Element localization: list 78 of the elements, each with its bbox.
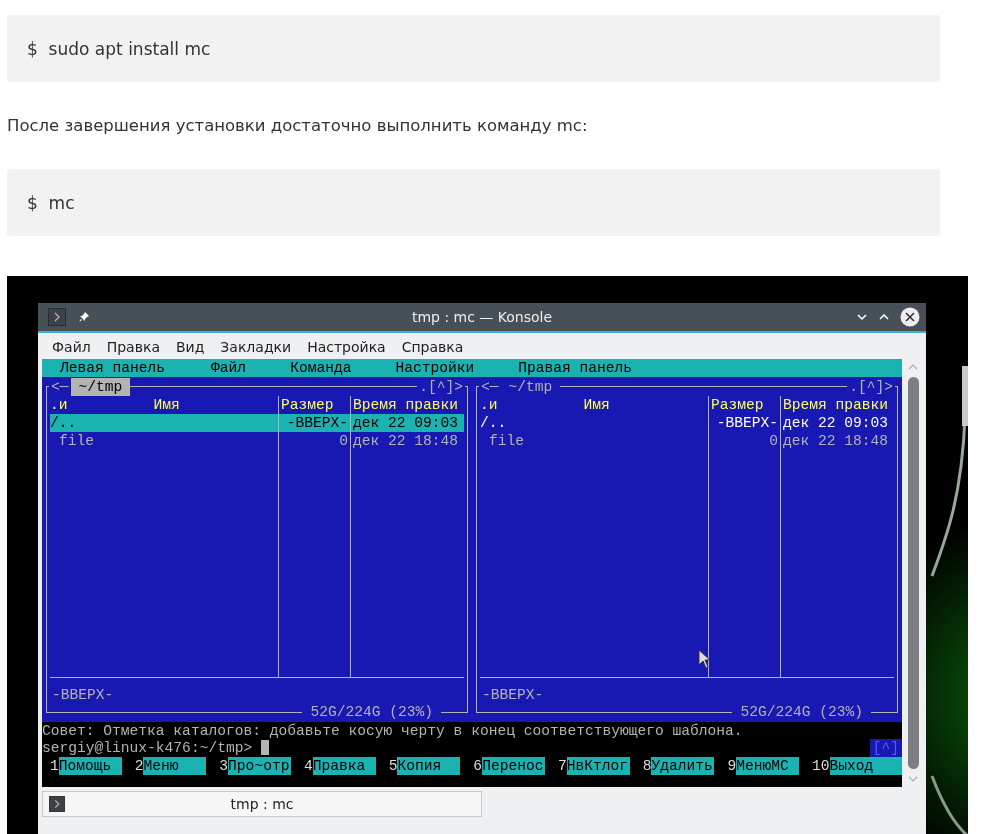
menu-item[interactable]: Закладки [212, 339, 300, 355]
column-header[interactable]: Имя [153, 396, 180, 414]
key-number: 9 [727, 757, 737, 775]
menu-item[interactable]: Файл [44, 339, 99, 355]
file-size: -ВВЕРХ- [716, 415, 778, 431]
function-key[interactable]: Помощь [58, 757, 122, 775]
panel-nav[interactable]: .[^]> [417, 378, 465, 396]
mini-status: -ВВЕРХ- [482, 686, 544, 704]
key-number: 7 [558, 757, 567, 775]
terminal-icon [48, 308, 66, 326]
sort-marker: .и [480, 396, 498, 414]
column-header[interactable]: Время правки [353, 397, 459, 413]
menu-item[interactable]: Команда [290, 359, 352, 377]
key-number: 10 [812, 757, 830, 775]
minimize-icon[interactable] [856, 311, 868, 323]
menu-item[interactable]: Файл [211, 359, 247, 377]
file-time: дек 22 18:48 [783, 433, 889, 449]
key-number: 5 [388, 757, 398, 775]
mouse-pointer-icon [698, 649, 710, 669]
file-size: -ВВЕРХ- [286, 415, 348, 431]
key-number: 1 [50, 757, 59, 775]
pin-icon[interactable] [78, 311, 90, 323]
function-key[interactable]: Про~отр [228, 757, 292, 775]
file-size: 0 [339, 433, 348, 449]
file-name: file [488, 433, 525, 449]
column-header[interactable]: Время правки [783, 397, 889, 413]
command-line: $ mc [27, 192, 75, 213]
panel-path: ~/tmp [70, 378, 131, 396]
window-title: tmp : mc — Konsole [411, 309, 553, 325]
terminal-tab[interactable]: tmp : mc [42, 791, 482, 817]
file-row[interactable]: file 0 дек 22 18:48 [50, 432, 464, 450]
file-name: file [58, 433, 95, 449]
key-number: 6 [473, 757, 483, 775]
function-key[interactable]: Правка [312, 757, 376, 775]
scrollbar-thumb[interactable] [907, 377, 919, 769]
menu-item[interactable]: Правая панель [518, 359, 633, 377]
file-time: дек 22 09:03 [783, 415, 889, 431]
file-size: 0 [769, 433, 778, 449]
file-time: дек 22 09:03 [353, 415, 459, 431]
menu-item[interactable]: Левая панель [60, 359, 166, 377]
panel-path: ~/tmp [500, 378, 561, 396]
file-time: дек 22 18:48 [353, 433, 459, 449]
function-key[interactable]: Копия [397, 757, 461, 775]
key-number: 3 [219, 757, 229, 775]
file-name: /.. [50, 415, 77, 431]
file-row[interactable]: /.. -ВВЕРХ- дек 22 09:03 [480, 414, 894, 432]
function-key[interactable]: Меню [143, 757, 207, 775]
function-key[interactable]: Перенос [482, 757, 546, 775]
file-row[interactable]: /.. -ВВЕРХ- дек 22 09:03 [50, 414, 464, 432]
menu-item[interactable]: Правка [98, 339, 168, 355]
mini-status: -ВВЕРХ- [52, 686, 114, 704]
function-key[interactable]: НвКтлог [566, 757, 630, 775]
text-cursor [261, 740, 270, 755]
menu-item[interactable]: Настройка [299, 339, 394, 355]
menu-item[interactable]: Справка [393, 339, 472, 355]
hint-text: Совет: Отметка каталогов: добавьте косую черту в конец соответствующего шаблона. [42, 723, 743, 739]
function-key[interactable]: Удалить [651, 757, 715, 775]
disk-usage: 52G/224G (23%) [302, 703, 441, 721]
file-name: /.. [480, 415, 507, 431]
terminal-icon [49, 796, 65, 812]
key-number: 8 [642, 757, 652, 775]
sort-marker: .и [50, 396, 68, 414]
key-number: 4 [304, 757, 313, 775]
function-key[interactable]: МенюMC [736, 757, 800, 775]
shell-prompt: sergiy@linux-k476:~/tmp> [42, 738, 253, 757]
column-header[interactable]: Размер [711, 397, 764, 413]
disk-usage: 52G/224G (23%) [732, 703, 871, 721]
function-key[interactable]: Выход [829, 757, 903, 775]
column-header[interactable]: Размер [281, 397, 334, 413]
file-row[interactable]: file 0 дек 22 18:48 [480, 432, 894, 450]
command-line: $ sudo apt install mc [27, 38, 211, 59]
panel-nav[interactable]: .[^]> [847, 378, 895, 396]
key-number: 2 [134, 757, 144, 775]
menu-item[interactable]: Настройки [395, 359, 475, 377]
column-header[interactable]: Имя [583, 396, 610, 414]
close-icon[interactable] [900, 307, 920, 327]
paragraph: После завершения установки достаточно выполнить команду mc: [7, 116, 589, 135]
menu-item[interactable]: Вид [167, 339, 213, 355]
